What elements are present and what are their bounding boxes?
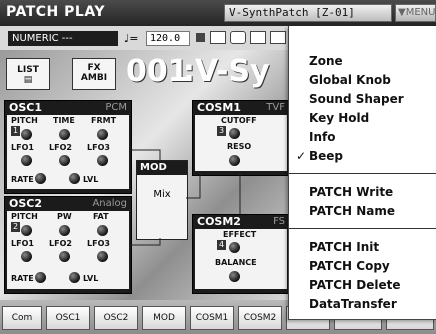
menu-item-patch-name[interactable]: PATCH Name xyxy=(309,204,395,218)
menu-item-beep-label: Beep xyxy=(309,149,344,163)
menu-item-zone[interactable]: Zone xyxy=(309,54,343,68)
tab-cosm1[interactable]: COSM1 xyxy=(190,306,234,330)
tab-cosm2[interactable]: COSM2 xyxy=(238,306,282,330)
menu-item-sound-shaper[interactable]: Sound Shaper xyxy=(309,92,404,106)
dropdown-menu: Zone Global Knob Sound Shaper Key Hold I… xyxy=(288,26,436,320)
menu-item-info[interactable]: Info xyxy=(309,130,335,144)
menu-item-patch-init[interactable]: PATCH Init xyxy=(309,240,379,254)
screen: PATCH PLAY V-SynthPatch [Z-01] ▼MENU NUM… xyxy=(0,0,436,334)
tab-mod[interactable]: MOD xyxy=(142,306,186,330)
menu-item-key-hold[interactable]: Key Hold xyxy=(309,111,369,125)
menu-separator xyxy=(289,173,436,174)
check-icon: ✓ xyxy=(296,149,307,163)
menu-item-patch-delete[interactable]: PATCH Delete xyxy=(309,278,401,292)
tab-com[interactable]: Com xyxy=(2,306,42,330)
menu-separator xyxy=(289,228,436,229)
menu-item-global-knob[interactable]: Global Knob xyxy=(309,73,391,87)
menu-item-beep[interactable]: ✓ Beep xyxy=(296,149,344,163)
tab-osc2[interactable]: OSC2 xyxy=(94,306,138,330)
tab-osc1[interactable]: OSC1 xyxy=(46,306,90,330)
menu-item-data-transfer[interactable]: DataTransfer xyxy=(309,297,397,311)
menu-item-patch-copy[interactable]: PATCH Copy xyxy=(309,259,390,273)
menu-item-patch-write[interactable]: PATCH Write xyxy=(309,185,393,199)
